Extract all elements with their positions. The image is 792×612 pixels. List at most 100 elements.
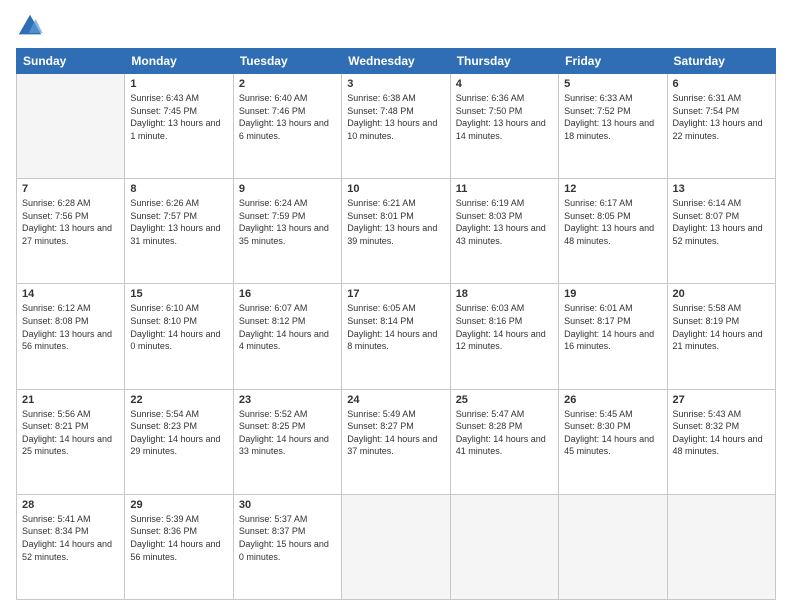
calendar-cell: 9 Sunrise: 6:24 AMSunset: 7:59 PMDaylight… [233,179,341,284]
weekday-header-saturday: Saturday [667,49,775,74]
day-number: 16 [239,288,336,300]
calendar-cell: 11 Sunrise: 6:19 AMSunset: 8:03 PMDayligh… [450,179,558,284]
page: SundayMondayTuesdayWednesdayThursdayFrid… [0,0,792,612]
day-info: Sunrise: 5:52 AMSunset: 8:25 PMDaylight:… [239,408,336,458]
day-info: Sunrise: 6:26 AMSunset: 7:57 PMDaylight:… [130,197,227,247]
calendar-cell [342,494,450,599]
calendar-cell: 7 Sunrise: 6:28 AMSunset: 7:56 PMDaylight… [17,179,125,284]
logo [16,12,48,40]
day-info: Sunrise: 5:43 AMSunset: 8:32 PMDaylight:… [673,408,770,458]
calendar-cell: 17 Sunrise: 6:05 AMSunset: 8:14 PMDayligh… [342,284,450,389]
calendar-cell: 14 Sunrise: 6:12 AMSunset: 8:08 PMDayligh… [17,284,125,389]
weekday-header-thursday: Thursday [450,49,558,74]
calendar-table: SundayMondayTuesdayWednesdayThursdayFrid… [16,48,776,600]
day-info: Sunrise: 5:45 AMSunset: 8:30 PMDaylight:… [564,408,661,458]
day-info: Sunrise: 5:39 AMSunset: 8:36 PMDaylight:… [130,513,227,563]
day-number: 10 [347,183,444,195]
calendar-cell: 10 Sunrise: 6:21 AMSunset: 8:01 PMDayligh… [342,179,450,284]
day-number: 30 [239,499,336,511]
day-number: 24 [347,394,444,406]
calendar-cell: 13Sunrise: 6:14 AMSunset: 8:07 PMDayligh… [667,179,775,284]
weekday-header-wednesday: Wednesday [342,49,450,74]
calendar-cell: 1 Sunrise: 6:43 AMSunset: 7:45 PMDaylight… [125,74,233,179]
day-number: 9 [239,183,336,195]
day-info: Sunrise: 6:14 AMSunset: 8:07 PMDaylight:… [673,197,770,247]
day-number: 3 [347,78,444,90]
day-info: Sunrise: 6:17 AMSunset: 8:05 PMDaylight:… [564,197,661,247]
day-number: 5 [564,78,661,90]
day-info: Sunrise: 6:33 AMSunset: 7:52 PMDaylight:… [564,92,661,142]
day-number: 25 [456,394,553,406]
calendar-cell [667,494,775,599]
day-number: 21 [22,394,119,406]
day-info: Sunrise: 6:28 AMSunset: 7:56 PMDaylight:… [22,197,119,247]
calendar-cell: 24 Sunrise: 5:49 AMSunset: 8:27 PMDayligh… [342,389,450,494]
day-info: Sunrise: 6:21 AMSunset: 8:01 PMDaylight:… [347,197,444,247]
day-info: Sunrise: 6:40 AMSunset: 7:46 PMDaylight:… [239,92,336,142]
weekday-header-tuesday: Tuesday [233,49,341,74]
day-info: Sunrise: 6:05 AMSunset: 8:14 PMDaylight:… [347,302,444,352]
day-number: 12 [564,183,661,195]
week-row-2: 7 Sunrise: 6:28 AMSunset: 7:56 PMDaylight… [17,179,776,284]
calendar-cell [17,74,125,179]
calendar-cell: 19 Sunrise: 6:01 AMSunset: 8:17 PMDayligh… [559,284,667,389]
day-number: 17 [347,288,444,300]
calendar-cell: 4 Sunrise: 6:36 AMSunset: 7:50 PMDaylight… [450,74,558,179]
day-number: 4 [456,78,553,90]
day-number: 29 [130,499,227,511]
day-info: Sunrise: 6:43 AMSunset: 7:45 PMDaylight:… [130,92,227,142]
logo-icon [16,12,44,40]
day-number: 7 [22,183,119,195]
day-number: 28 [22,499,119,511]
day-info: Sunrise: 6:36 AMSunset: 7:50 PMDaylight:… [456,92,553,142]
day-number: 14 [22,288,119,300]
day-info: Sunrise: 6:07 AMSunset: 8:12 PMDaylight:… [239,302,336,352]
day-number: 23 [239,394,336,406]
calendar-cell: 27 Sunrise: 5:43 AMSunset: 8:32 PMDayligh… [667,389,775,494]
calendar-cell: 16 Sunrise: 6:07 AMSunset: 8:12 PMDayligh… [233,284,341,389]
calendar-cell: 5 Sunrise: 6:33 AMSunset: 7:52 PMDaylight… [559,74,667,179]
calendar-cell: 29 Sunrise: 5:39 AMSunset: 8:36 PMDayligh… [125,494,233,599]
day-number: 27 [673,394,770,406]
day-info: Sunrise: 6:01 AMSunset: 8:17 PMDaylight:… [564,302,661,352]
day-info: Sunrise: 6:10 AMSunset: 8:10 PMDaylight:… [130,302,227,352]
calendar-cell: 20Sunrise: 5:58 AMSunset: 8:19 PMDayligh… [667,284,775,389]
calendar-cell: 22 Sunrise: 5:54 AMSunset: 8:23 PMDayligh… [125,389,233,494]
calendar-cell: 26 Sunrise: 5:45 AMSunset: 8:30 PMDayligh… [559,389,667,494]
calendar-cell: 30 Sunrise: 5:37 AMSunset: 8:37 PMDayligh… [233,494,341,599]
day-number: 18 [456,288,553,300]
day-info: Sunrise: 6:19 AMSunset: 8:03 PMDaylight:… [456,197,553,247]
day-number: 26 [564,394,661,406]
day-info: Sunrise: 5:41 AMSunset: 8:34 PMDaylight:… [22,513,119,563]
header [16,12,776,40]
day-info: Sunrise: 5:58 AMSunset: 8:19 PMDaylight:… [673,302,770,352]
weekday-header-row: SundayMondayTuesdayWednesdayThursdayFrid… [17,49,776,74]
calendar-cell: 12 Sunrise: 6:17 AMSunset: 8:05 PMDayligh… [559,179,667,284]
day-info: Sunrise: 5:47 AMSunset: 8:28 PMDaylight:… [456,408,553,458]
week-row-4: 21 Sunrise: 5:56 AMSunset: 8:21 PMDayligh… [17,389,776,494]
day-info: Sunrise: 6:24 AMSunset: 7:59 PMDaylight:… [239,197,336,247]
calendar-cell: 6 Sunrise: 6:31 AMSunset: 7:54 PMDaylight… [667,74,775,179]
day-number: 8 [130,183,227,195]
day-number: 1 [130,78,227,90]
week-row-5: 28 Sunrise: 5:41 AMSunset: 8:34 PMDayligh… [17,494,776,599]
calendar-cell: 23 Sunrise: 5:52 AMSunset: 8:25 PMDayligh… [233,389,341,494]
weekday-header-friday: Friday [559,49,667,74]
day-number: 11 [456,183,553,195]
calendar-cell: 2Sunrise: 6:40 AMSunset: 7:46 PMDaylight… [233,74,341,179]
day-info: Sunrise: 5:37 AMSunset: 8:37 PMDaylight:… [239,513,336,563]
day-number: 19 [564,288,661,300]
calendar-cell [559,494,667,599]
calendar-cell: 8 Sunrise: 6:26 AMSunset: 7:57 PMDaylight… [125,179,233,284]
day-number: 15 [130,288,227,300]
day-info: Sunrise: 6:31 AMSunset: 7:54 PMDaylight:… [673,92,770,142]
day-info: Sunrise: 5:56 AMSunset: 8:21 PMDaylight:… [22,408,119,458]
week-row-3: 14 Sunrise: 6:12 AMSunset: 8:08 PMDayligh… [17,284,776,389]
day-info: Sunrise: 6:38 AMSunset: 7:48 PMDaylight:… [347,92,444,142]
weekday-header-sunday: Sunday [17,49,125,74]
day-number: 22 [130,394,227,406]
day-info: Sunrise: 5:49 AMSunset: 8:27 PMDaylight:… [347,408,444,458]
day-info: Sunrise: 6:12 AMSunset: 8:08 PMDaylight:… [22,302,119,352]
day-info: Sunrise: 5:54 AMSunset: 8:23 PMDaylight:… [130,408,227,458]
day-number: 6 [673,78,770,90]
